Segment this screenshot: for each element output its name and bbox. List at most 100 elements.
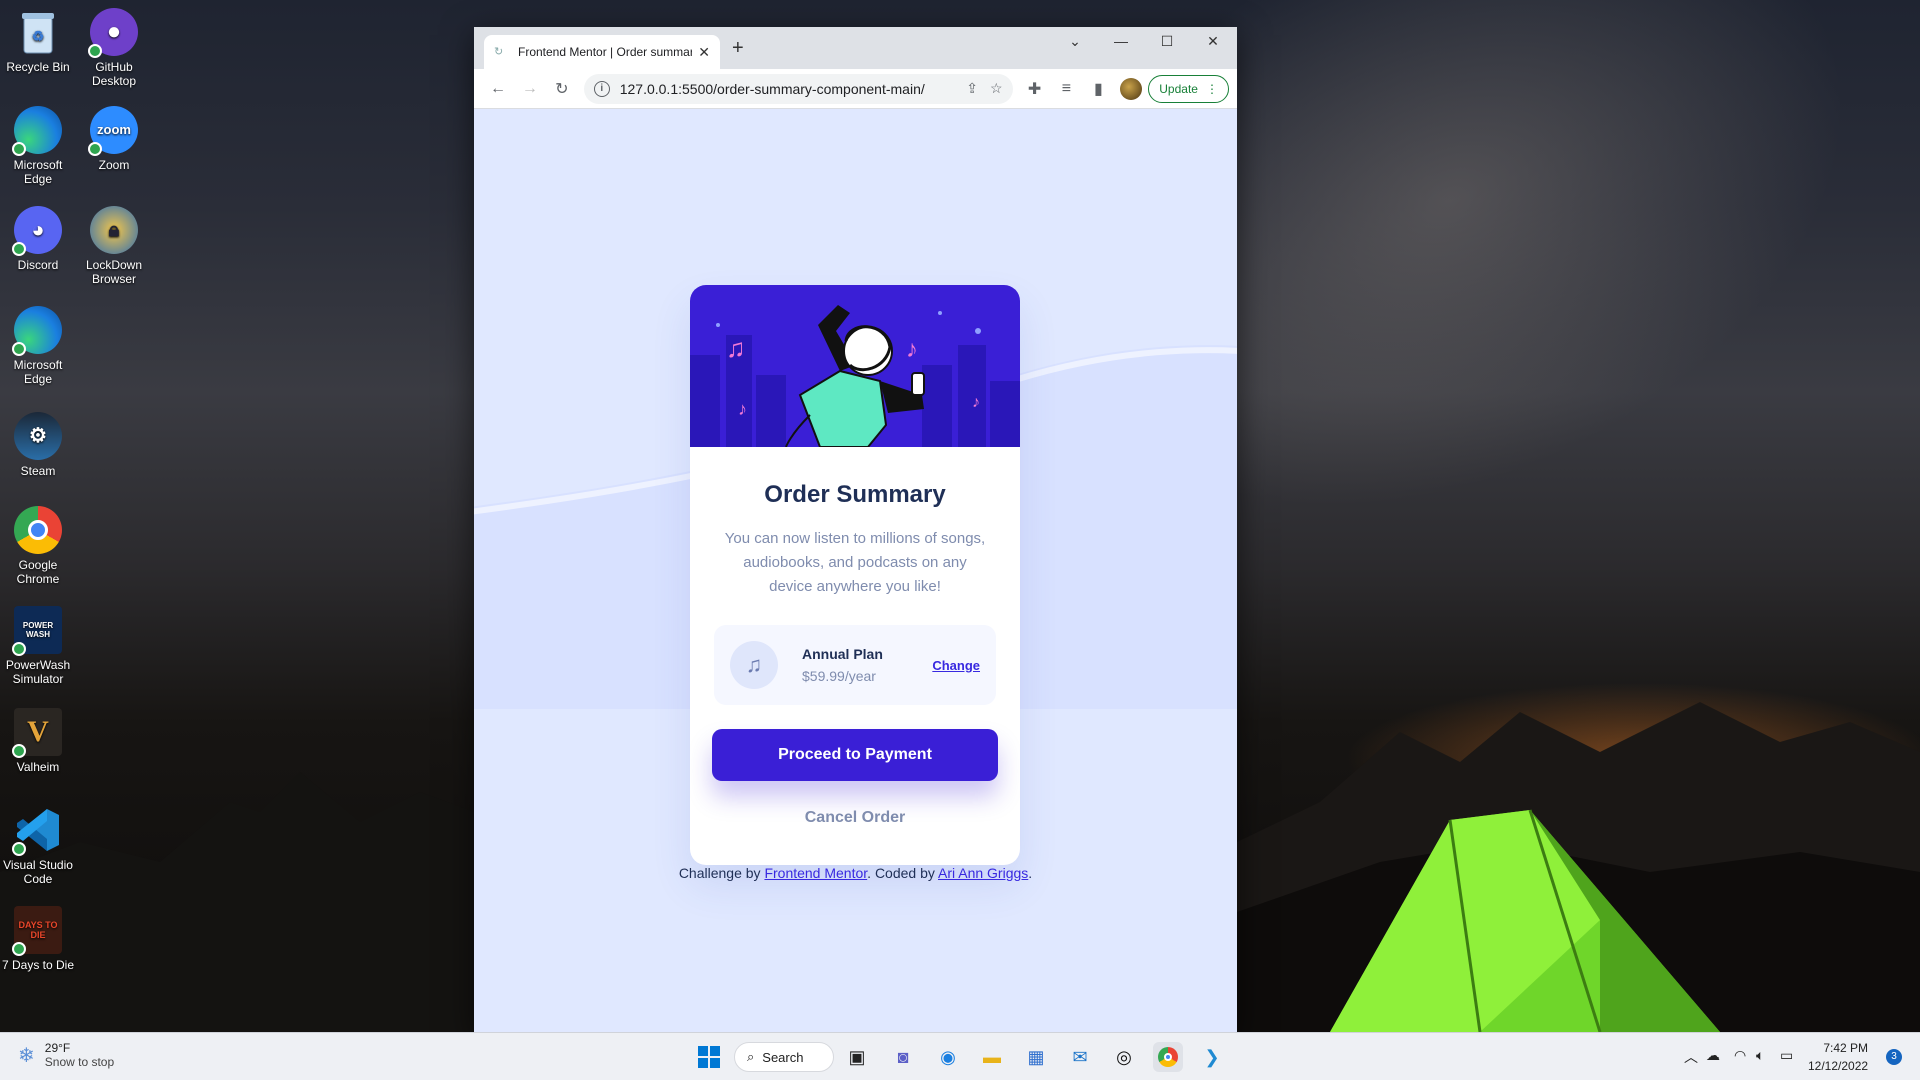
file-explorer-icon[interactable]: ▬ [977, 1042, 1007, 1072]
bookmark-star-icon[interactable]: ☆ [990, 80, 1003, 97]
share-icon[interactable]: ⇪ [966, 80, 978, 97]
order-summary-card: ♫ ♪ ♪ ♪ Order Summary You can now listen… [690, 285, 1020, 865]
side-panel-icon[interactable]: ▮ [1082, 79, 1114, 99]
taskbar-clock[interactable]: 7:42 PM 12/12/2022 [1808, 1039, 1868, 1075]
browser-titlebar: ↻ Frontend Mentor | Order summary ✕ + ⌄ … [474, 27, 1237, 69]
frontend-mentor-link[interactable]: Frontend Mentor [764, 865, 867, 881]
task-view-icon[interactable]: ▣ [842, 1042, 872, 1072]
chat-icon[interactable]: ◙ [888, 1042, 918, 1072]
address-url: 127.0.0.1:5500/order-summary-component-m… [619, 80, 925, 97]
lockdown-browser-icon: 🔒︎ [90, 206, 138, 254]
desktop-icon-powerwash[interactable]: POWER WASH PowerWash Simulator [0, 606, 76, 686]
plan-price: $59.99/year [802, 668, 876, 684]
more-menu-icon: ⋮ [1205, 81, 1218, 96]
new-tab-button[interactable]: + [732, 37, 744, 60]
desktop-icon-zoom[interactable]: zoom Zoom [76, 106, 152, 172]
desktop-icon-edge[interactable]: Microsoft Edge [0, 106, 76, 186]
attribution-suffix: . [1028, 865, 1033, 881]
tray-overflow-chevron-icon[interactable]: ︿ [1684, 1047, 1698, 1067]
card-title: Order Summary [764, 481, 946, 508]
desktop-icon-recycle-bin[interactable]: ♻ Recycle Bin [0, 8, 76, 74]
mail-icon[interactable]: ✉ [1065, 1042, 1095, 1072]
address-bar[interactable]: i 127.0.0.1:5500/order-summary-component… [583, 73, 1013, 104]
card-description: You can now listen to millions of songs,… [724, 530, 986, 595]
cancel-order-button[interactable]: Cancel Order [690, 809, 1020, 827]
desktop-icon-edge-2[interactable]: Microsoft Edge [0, 306, 76, 386]
github-desktop-icon: ● [88, 8, 138, 58]
valheim-icon-text: V [27, 715, 49, 748]
desktop-icon-label: Zoom [98, 158, 130, 172]
plan-box: ♫ Annual Plan $59.99/year Change [714, 625, 996, 705]
maximize-button[interactable]: ☐ [1152, 33, 1182, 50]
snowflake-icon: ❄ [18, 1044, 35, 1067]
weather-widget[interactable]: ❄ 29°F Snow to stop [18, 1041, 114, 1069]
dancing-person-illustration: ♫ ♪ ♪ ♪ [690, 305, 1020, 447]
browser-toolbar: ← → ↻ i 127.0.0.1:5500/order-summary-com… [474, 69, 1237, 109]
tab-search-chevron-icon[interactable]: ⌄ [1060, 33, 1090, 50]
close-window-button[interactable]: ✕ [1198, 33, 1228, 50]
weather-temperature: 29°F [44, 1041, 71, 1055]
clock-date: 12/12/2022 [1808, 1059, 1869, 1073]
glowing-tent [1330, 809, 1720, 1032]
svg-text:♫: ♫ [726, 333, 746, 363]
taskbar-chrome-icon[interactable] [1153, 1042, 1183, 1072]
powerwash-icon: POWER WASH [12, 606, 62, 656]
svg-text:♪: ♪ [906, 336, 918, 363]
desktop-icon-label: LockDown Browser [85, 258, 143, 286]
battery-icon[interactable]: ▭ [1780, 1047, 1793, 1064]
reading-list-icon[interactable]: ≡ [1051, 80, 1083, 98]
tab-close-icon[interactable]: ✕ [698, 44, 710, 61]
taskbar: ❄ 29°F Snow to stop ⌕ Search ▣ ◙ ◉ ▬ ▦ ✉… [0, 1032, 1920, 1080]
loading-icon: ↻ [494, 46, 504, 58]
onedrive-icon[interactable]: ☁ [1706, 1047, 1720, 1064]
discord-icon: ◕ [12, 206, 62, 256]
hero-illustration: ♫ ♪ ♪ ♪ [690, 285, 1020, 447]
desktop-icon-label: Valheim [16, 760, 60, 774]
extensions-icon[interactable]: ✚ [1019, 79, 1051, 99]
reload-button[interactable]: ↻ [546, 79, 578, 99]
desktop-icon-vscode[interactable]: Visual Studio Code [0, 806, 76, 886]
desktop-icon-steam[interactable]: ⚙ Steam [0, 412, 76, 478]
site-info-icon[interactable]: i [593, 80, 610, 97]
desktop-icon-label: Discord [17, 258, 59, 272]
desktop-icon-lockdown[interactable]: 🔒︎ LockDown Browser [76, 206, 152, 286]
start-button[interactable] [694, 1042, 724, 1072]
taskbar-search[interactable]: ⌕ Search [734, 1042, 834, 1072]
proceed-to-payment-button[interactable]: Proceed to Payment [712, 729, 998, 781]
desktop-icon-label: GitHub Desktop [91, 60, 137, 88]
tab-title: Frontend Mentor | Order summary [518, 45, 693, 59]
desktop-icon-label: 7 Days to Die [1, 958, 75, 972]
taskbar-vscode-icon[interactable]: ❯ [1197, 1042, 1227, 1072]
minimize-button[interactable]: — [1106, 33, 1136, 49]
desktop-icon-valheim[interactable]: V Valheim [0, 708, 76, 774]
plan-name: Annual Plan [802, 646, 883, 662]
desktop-icon-label: Steam [20, 464, 56, 478]
profile-avatar[interactable] [1120, 77, 1143, 100]
wifi-icon[interactable]: ◠ [1734, 1047, 1746, 1064]
notification-badge[interactable]: 3 [1886, 1049, 1902, 1065]
back-button[interactable]: ← [482, 80, 514, 98]
desktop-icon-7-days[interactable]: DAYS TO DIE 7 Days to Die [0, 906, 76, 972]
valheim-icon: V [12, 708, 62, 758]
powerwash-icon-text: POWER WASH [22, 621, 54, 639]
desktop-icon-chrome[interactable]: Google Chrome [0, 506, 76, 586]
taskbar-edge-icon[interactable]: ◉ [933, 1042, 963, 1072]
author-link[interactable]: Ari Ann Griggs [938, 865, 1028, 881]
change-plan-link[interactable]: Change [932, 658, 980, 673]
zoom-icon: zoom [88, 106, 138, 156]
volume-icon[interactable]: 🔈︎ [1756, 1047, 1764, 1064]
steam-icon: ⚙ [14, 412, 62, 460]
store-icon[interactable]: ▦ [1021, 1042, 1051, 1072]
browser-tab-active[interactable]: ↻ Frontend Mentor | Order summary ✕ [484, 35, 720, 69]
attribution: Challenge by Frontend Mentor. Coded by A… [474, 865, 1237, 881]
taskbar-search-label: Search [762, 1049, 804, 1065]
desktop-icon-github-desktop[interactable]: ● GitHub Desktop [76, 8, 152, 88]
edge-icon [12, 306, 62, 356]
desktop-icon-label: Microsoft Edge [13, 158, 63, 186]
seven-days-icon: DAYS TO DIE [12, 906, 62, 956]
desktop-icon-discord[interactable]: ◕ Discord [0, 206, 76, 272]
update-button[interactable]: Update ⋮ [1148, 74, 1229, 103]
forward-button[interactable]: → [514, 80, 546, 98]
dell-icon[interactable]: ◎ [1109, 1042, 1139, 1072]
weather-text: Snow to stop [44, 1055, 115, 1069]
